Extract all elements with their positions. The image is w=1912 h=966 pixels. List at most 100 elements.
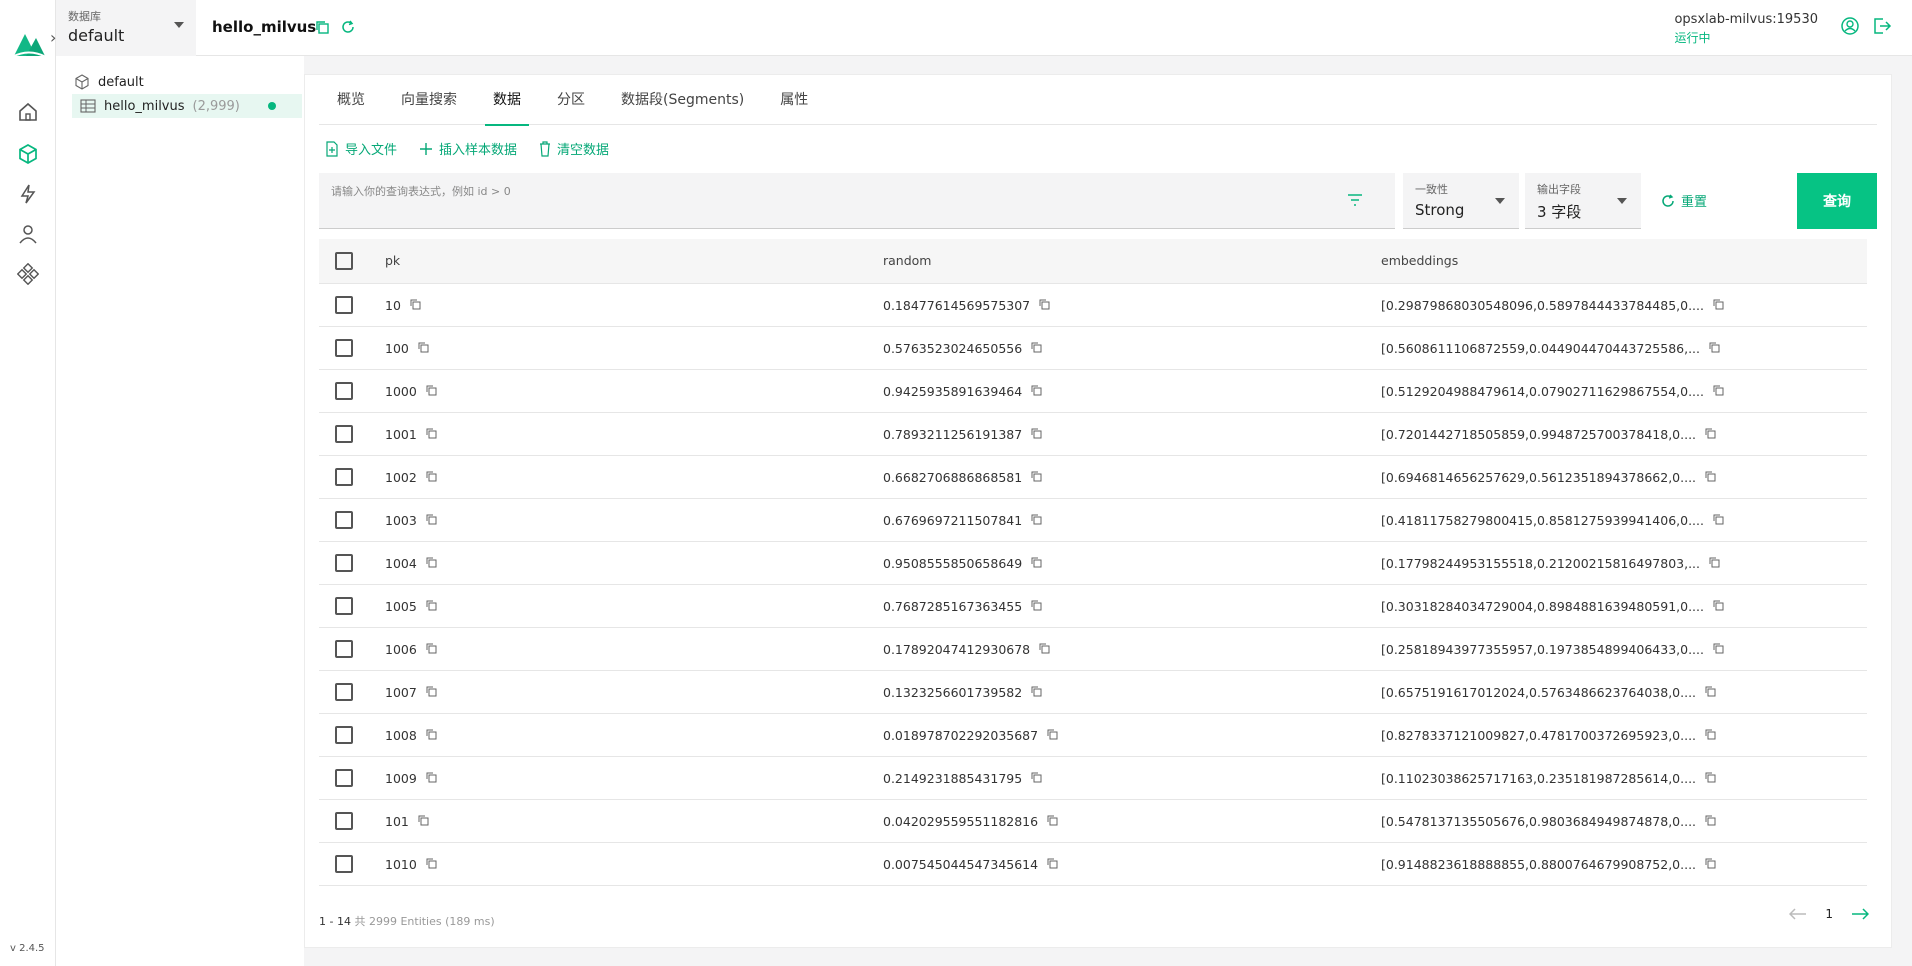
- table-row[interactable]: 1004 0.9508555850658649 [0.177982449531555…: [319, 541, 1867, 585]
- output-fields-select[interactable]: 输出字段 3 字段: [1525, 173, 1641, 229]
- tab-vector-search[interactable]: 向量搜索: [383, 75, 475, 125]
- table-row[interactable]: 10 0.18477614569575307 [0.2987986803054809…: [319, 283, 1867, 327]
- copy-icon[interactable]: [1704, 470, 1716, 485]
- copy-icon[interactable]: [1030, 427, 1042, 442]
- insert-sample-button[interactable]: 插入样本数据: [419, 139, 517, 158]
- copy-icon[interactable]: [1030, 384, 1042, 399]
- account-icon[interactable]: [1840, 16, 1860, 36]
- row-checkbox[interactable]: [335, 639, 353, 658]
- copy-icon[interactable]: [1704, 685, 1716, 700]
- import-file-button[interactable]: 导入文件: [325, 139, 397, 158]
- table-row[interactable]: 1007 0.1323256601739582 [0.657519161701202…: [319, 670, 1867, 714]
- table-row[interactable]: 1000 0.9425935891639464 [0.512920498847961…: [319, 369, 1867, 413]
- copy-icon[interactable]: [425, 513, 437, 528]
- row-checkbox[interactable]: [335, 295, 353, 314]
- table-row[interactable]: 1008 0.018978702292035687 [0.8278337121009…: [319, 713, 1867, 757]
- copy-icon[interactable]: [425, 556, 437, 571]
- copy-icon[interactable]: [1704, 427, 1716, 442]
- row-checkbox[interactable]: [335, 424, 353, 443]
- copy-icon[interactable]: [1030, 771, 1042, 786]
- copy-icon[interactable]: [1712, 298, 1724, 313]
- tab-segments[interactable]: 数据段(Segments): [603, 75, 762, 125]
- copy-icon[interactable]: [425, 384, 437, 399]
- query-expression-input[interactable]: 请输入你的查询表达式，例如 id > 0: [319, 173, 1395, 229]
- table-row[interactable]: 1001 0.7893211256191387 [0.720144271850585…: [319, 412, 1867, 456]
- copy-icon[interactable]: [1712, 513, 1724, 528]
- row-checkbox[interactable]: [335, 467, 353, 486]
- copy-icon[interactable]: [1030, 341, 1042, 356]
- copy-icon[interactable]: [425, 427, 437, 442]
- row-checkbox[interactable]: [335, 338, 353, 357]
- copy-icon[interactable]: [1030, 513, 1042, 528]
- copy-icon[interactable]: [1704, 814, 1716, 829]
- copy-icon[interactable]: [1030, 470, 1042, 485]
- row-checkbox[interactable]: [335, 811, 353, 830]
- copy-icon[interactable]: [1038, 642, 1050, 657]
- row-checkbox[interactable]: [335, 682, 353, 701]
- copy-icon[interactable]: [425, 728, 437, 743]
- copy-icon[interactable]: [417, 814, 429, 829]
- copy-icon[interactable]: [1046, 814, 1058, 829]
- plugins-icon[interactable]: [14, 260, 42, 288]
- copy-icon[interactable]: [425, 771, 437, 786]
- copy-icon[interactable]: [425, 470, 437, 485]
- tab-properties[interactable]: 属性: [762, 75, 826, 125]
- copy-icon[interactable]: [409, 298, 421, 313]
- copy-icon[interactable]: [1704, 728, 1716, 743]
- lightning-icon[interactable]: [14, 180, 42, 208]
- row-checkbox[interactable]: [335, 854, 353, 873]
- copy-icon[interactable]: [1712, 642, 1724, 657]
- table-row[interactable]: 101 0.042029559551182816 [0.54781371355056…: [319, 799, 1867, 843]
- copy-icon[interactable]: [425, 642, 437, 657]
- row-checkbox[interactable]: [335, 381, 353, 400]
- copy-icon[interactable]: [1030, 556, 1042, 571]
- row-checkbox[interactable]: [335, 596, 353, 615]
- table-row[interactable]: 1002 0.6682706886868581 [0.694681465625762…: [319, 455, 1867, 499]
- row-checkbox[interactable]: [335, 725, 353, 744]
- refresh-icon[interactable]: [340, 19, 356, 35]
- logout-icon[interactable]: [1872, 16, 1892, 36]
- copy-icon[interactable]: [1704, 771, 1716, 786]
- copy-icon[interactable]: [314, 19, 330, 35]
- copy-icon[interactable]: [1030, 685, 1042, 700]
- tab-overview[interactable]: 概览: [319, 75, 383, 125]
- tab-data[interactable]: 数据: [475, 75, 539, 126]
- milvus-logo[interactable]: [12, 26, 46, 58]
- copy-icon[interactable]: [1046, 857, 1058, 872]
- copy-icon[interactable]: [1038, 298, 1050, 313]
- current-page[interactable]: 1: [1825, 907, 1833, 921]
- table-row[interactable]: 1009 0.2149231885431795 [0.110230386257171…: [319, 756, 1867, 800]
- column-header-embeddings[interactable]: embeddings: [1381, 239, 1867, 284]
- clear-data-button[interactable]: 清空数据: [539, 139, 609, 158]
- prev-page-arrow-icon[interactable]: [1789, 908, 1807, 920]
- copy-icon[interactable]: [425, 857, 437, 872]
- copy-icon[interactable]: [417, 341, 429, 356]
- table-row[interactable]: 1005 0.7687285167363455 [0.303182840347290…: [319, 584, 1867, 628]
- row-checkbox[interactable]: [335, 553, 353, 572]
- select-all-checkbox[interactable]: [335, 251, 353, 270]
- query-button[interactable]: 查询: [1797, 173, 1877, 229]
- copy-icon[interactable]: [1708, 556, 1720, 571]
- tree-collection-hello-milvus[interactable]: hello_milvus (2,999): [72, 94, 302, 118]
- copy-icon[interactable]: [1046, 728, 1058, 743]
- tab-partitions[interactable]: 分区: [539, 75, 603, 125]
- home-icon[interactable]: [14, 98, 42, 126]
- table-row[interactable]: 1006 0.17892047412930678 [0.25818943977355…: [319, 627, 1867, 671]
- table-row[interactable]: 1010 0.007545044547345614 [0.9148823618888…: [319, 842, 1867, 886]
- next-page-arrow-icon[interactable]: [1851, 908, 1869, 920]
- row-checkbox[interactable]: [335, 768, 353, 787]
- row-checkbox[interactable]: [335, 510, 353, 529]
- filter-icon[interactable]: [1347, 193, 1363, 207]
- table-row[interactable]: 1003 0.6769697211507841 [0.418117582798004…: [319, 498, 1867, 542]
- copy-icon[interactable]: [1030, 599, 1042, 614]
- copy-icon[interactable]: [1712, 599, 1724, 614]
- copy-icon[interactable]: [1712, 384, 1724, 399]
- copy-icon[interactable]: [425, 599, 437, 614]
- collection-icon[interactable]: [14, 140, 42, 168]
- database-select[interactable]: 数据库 default: [56, 0, 196, 56]
- reset-button[interactable]: 重置: [1661, 191, 1707, 210]
- table-row[interactable]: 100 0.5763523024650556 [0.5608611106872559…: [319, 326, 1867, 370]
- copy-icon[interactable]: [1708, 341, 1720, 356]
- user-icon[interactable]: [14, 220, 42, 248]
- consistency-select[interactable]: 一致性 Strong: [1403, 173, 1519, 229]
